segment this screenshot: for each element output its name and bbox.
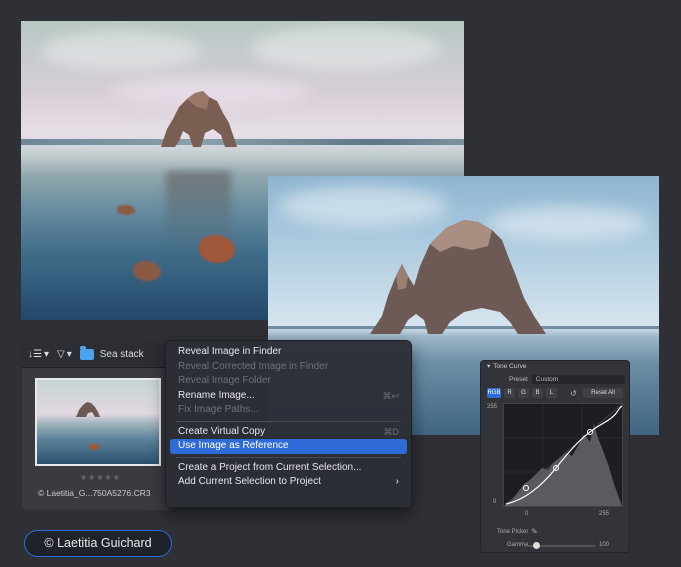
- context-menu: Reveal Image in Finder Reveal Corrected …: [165, 340, 412, 508]
- cloud: [41, 31, 201, 71]
- curve-svg: [503, 403, 623, 507]
- y-min-label: 0: [493, 499, 497, 505]
- x-min-label: 0: [525, 511, 529, 517]
- tone-curve-panel: ▾ Tone Curve Preset Custom RGB R G B L ↺…: [480, 360, 630, 553]
- cloud: [251, 26, 441, 71]
- thumbnail-image: [37, 380, 159, 464]
- browser-toolbar: ↓☰ ▾ ▽ ▾ Sea stack: [22, 342, 170, 368]
- photo-credit: © Laetitia Guichard: [24, 530, 172, 557]
- sort-button[interactable]: ↓☰ ▾: [28, 349, 49, 360]
- menu-separator: [176, 456, 401, 458]
- rating-stars[interactable]: ★★★★★: [80, 473, 121, 482]
- eyedropper-icon[interactable]: ✎: [531, 527, 538, 536]
- channel-g[interactable]: G: [518, 388, 529, 398]
- undo-icon[interactable]: ↺: [570, 389, 577, 398]
- preset-select[interactable]: Custom: [531, 374, 625, 384]
- image-thumbnail[interactable]: [35, 378, 161, 466]
- x-max-label: 255: [599, 511, 610, 517]
- menu-item-rename[interactable]: Rename Image... ⌘↩: [170, 389, 407, 404]
- menu-item-create-project[interactable]: Create a Project from Current Selection.…: [170, 461, 407, 476]
- shortcut-label: ⌘D: [383, 426, 400, 437]
- gamma-slider-knob[interactable]: [533, 542, 540, 549]
- histogram: [504, 424, 622, 506]
- horizon-line: [21, 139, 464, 145]
- folder-name: Sea stack: [99, 349, 144, 360]
- gamma-value: 100: [599, 542, 610, 548]
- menu-item-reveal-in-finder[interactable]: Reveal Image in Finder: [170, 345, 407, 360]
- preset-row: Preset Custom: [487, 374, 625, 384]
- sea-stack-rock: [76, 402, 100, 417]
- image-browser-panel: ↓☰ ▾ ▽ ▾ Sea stack ★★★★★ © Laetitia_G...75…: [22, 342, 170, 510]
- thumbnail-filename: © Laetitia_G...750A5276.CR3: [38, 488, 151, 498]
- shortcut-label: ⌘↩: [382, 390, 399, 401]
- foreground-rock: [199, 235, 235, 263]
- tone-curve-title: Tone Curve: [493, 363, 527, 370]
- channel-l[interactable]: L: [546, 388, 557, 398]
- channel-rgb[interactable]: RGB: [487, 388, 501, 398]
- menu-item-reveal-folder: Reveal Image Folder: [178, 375, 271, 386]
- menu-item-add-to-project[interactable]: Add Current Selection to Project ›: [170, 475, 407, 490]
- reset-all-button[interactable]: Reset All: [583, 388, 623, 398]
- filter-button[interactable]: ▽ ▾: [57, 349, 72, 360]
- sort-icon: ↓☰: [28, 349, 42, 360]
- chevron-right-icon: ›: [395, 476, 399, 487]
- gamma-slider[interactable]: [525, 542, 595, 549]
- channel-selector: RGB R G B L ↺: [487, 388, 577, 398]
- sea-stack-rock: [161, 91, 237, 147]
- menu-separator: [176, 420, 401, 422]
- filter-icon: ▽: [57, 349, 65, 360]
- foreground-rock: [133, 261, 161, 281]
- chevron-down-icon: ▾: [43, 349, 49, 360]
- menu-item-create-virtual-copy[interactable]: Create Virtual Copy ⌘D: [170, 425, 407, 440]
- tone-picker-label: Tone Picker: [497, 529, 529, 535]
- tone-curve-graph[interactable]: [503, 403, 623, 507]
- channel-b[interactable]: B: [532, 388, 543, 398]
- menu-item-reveal-corrected: Reveal Corrected Image in Finder: [178, 360, 329, 372]
- menu-item-use-as-reference[interactable]: Use Image as Reference: [170, 439, 407, 454]
- folder-icon: [79, 346, 94, 360]
- y-max-label: 255: [487, 404, 498, 410]
- folder-breadcrumb[interactable]: Sea stack: [79, 346, 144, 360]
- channel-r[interactable]: R: [504, 388, 515, 398]
- menu-item-fix-paths: Fix Image Paths...: [178, 404, 259, 415]
- chevron-down-icon: ▾: [66, 349, 72, 360]
- chevron-down-icon: ▾: [487, 363, 491, 370]
- preset-label: Preset: [509, 375, 528, 383]
- foreground-rock: [117, 205, 135, 215]
- foreground-rock: [89, 444, 99, 450]
- sea-stack-rock: [370, 220, 546, 334]
- tone-curve-header[interactable]: ▾ Tone Curve: [481, 361, 629, 372]
